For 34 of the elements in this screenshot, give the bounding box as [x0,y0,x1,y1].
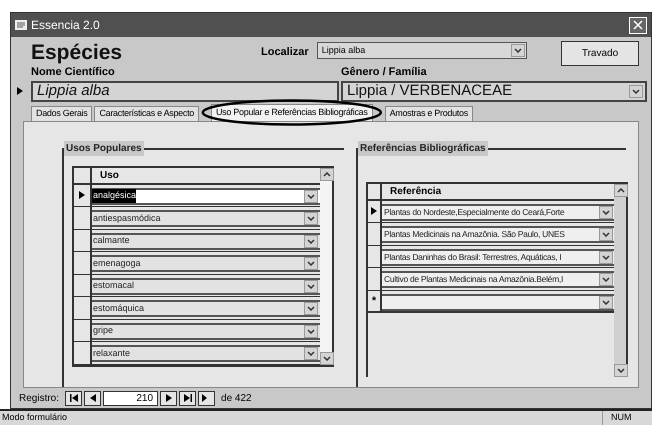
combo-cell[interactable]: antiespasmódica [92,210,320,227]
search-combo[interactable]: Lippia alba [316,42,527,59]
group-title: Referências Bibliográficas [358,140,488,156]
combo-cell[interactable]: estomacal [92,278,320,294]
record-total: de 422 [221,392,252,406]
status-text: Modo formulário [2,411,68,424]
tab[interactable]: Dados Gerais [31,106,92,120]
tab[interactable]: Uso Popular e Referências Bibliográficas [210,104,373,120]
column-header: Uso [99,168,119,182]
field-input[interactable]: Lippia / VERBENACEAE [341,80,647,102]
combo-cell[interactable]: Plantas do Nordeste,Especialmente do Ceará,Forte [382,204,614,220]
combo-cell[interactable]: calmante [92,232,320,250]
search-label: Localizar [261,45,309,60]
window-title: Essencia 2.0 [31,17,101,34]
combo-cell[interactable]: emenagoga [92,255,320,272]
combo-cell[interactable]: analgésica [92,188,320,204]
field-label: Gênero / Família [341,65,427,80]
field-input[interactable]: Lippia alba [31,80,339,102]
tab[interactable]: Amostras e Produtos [384,106,473,120]
tab[interactable]: Características e Aspecto [94,106,199,120]
group-title: Usos Populares [64,140,144,156]
record-number-field[interactable]: 210 [103,390,158,406]
combo-cell[interactable]: Plantas Daninhas do Brasil: Terrestres, Aquáticas, I [382,248,614,266]
record-label: Registro: [19,392,60,406]
combo-cell[interactable]: Plantas Medicinais na Amazônia. São Paulo, UNES [382,226,614,243]
combo-cell[interactable]: Cultivo de Plantas Medicinais na Amazônia.Belém,I [382,271,614,288]
form-title: Espécies [31,41,124,65]
combo-cell[interactable]: relaxante [92,345,320,362]
field-label: Nome Científico [31,65,116,80]
status-indicator: NUM [602,411,642,425]
combo-cell[interactable]: estomáquica [92,300,320,317]
locked-button[interactable]: Travado [561,41,639,66]
combo-cell[interactable]: gripe [92,322,320,340]
column-header: Referência [389,184,442,198]
